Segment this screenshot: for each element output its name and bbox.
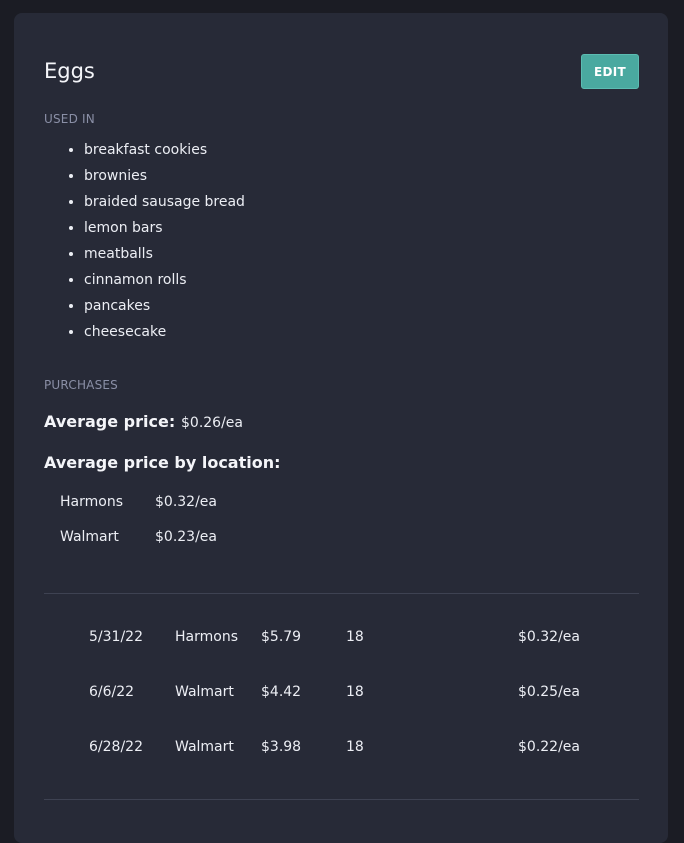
purchase-unit-price: $0.32/ea: [518, 629, 580, 645]
list-item: breakfast cookies: [84, 137, 245, 163]
average-price-label: Average price:: [44, 412, 176, 431]
purchase-store: Walmart: [175, 684, 234, 700]
purchase-price: $5.79: [261, 629, 302, 645]
used-in-label: USED IN: [44, 112, 95, 126]
purchase-quantity: 18: [346, 739, 364, 755]
list-item: brownies: [84, 163, 245, 189]
location-name: Harmons: [60, 494, 123, 510]
purchase-price: $3.98: [261, 739, 302, 755]
average-price: Average price: $0.26/ea: [44, 412, 243, 431]
purchases-label: PURCHASES: [44, 378, 118, 392]
location-name: Walmart: [60, 529, 119, 545]
purchase-date: 5/31/22: [89, 629, 143, 645]
purchase-unit-price: $0.22/ea: [518, 739, 580, 755]
recipe-list: breakfast cookies brownies braided sausa…: [44, 137, 245, 345]
purchase-price: $4.42: [261, 684, 302, 700]
page-title: Eggs: [44, 59, 95, 83]
purchase-store: Walmart: [175, 739, 234, 755]
purchase-date: 6/6/22: [89, 684, 135, 700]
list-item: braided sausage bread: [84, 189, 245, 215]
ingredient-card: Eggs EDIT USED IN breakfast cookies brow…: [14, 13, 668, 843]
list-item: lemon bars: [84, 215, 245, 241]
purchase-unit-price: $0.25/ea: [518, 684, 580, 700]
divider: [44, 799, 639, 800]
location-price-row: Walmart $0.23/ea: [60, 529, 217, 545]
purchase-quantity: 18: [346, 684, 364, 700]
list-item: pancakes: [84, 293, 245, 319]
list-item: meatballs: [84, 241, 245, 267]
list-item: cheesecake: [84, 319, 245, 345]
purchase-quantity: 18: [346, 629, 364, 645]
location-price: $0.23/ea: [155, 529, 217, 545]
list-item: cinnamon rolls: [84, 267, 245, 293]
edit-button[interactable]: EDIT: [581, 54, 639, 89]
average-price-value: $0.26/ea: [181, 415, 243, 431]
purchase-store: Harmons: [175, 629, 238, 645]
purchase-date: 6/28/22: [89, 739, 143, 755]
location-price: $0.32/ea: [155, 494, 217, 510]
location-price-row: Harmons $0.32/ea: [60, 494, 217, 510]
location-price-heading: Average price by location:: [44, 453, 281, 472]
divider: [44, 593, 639, 594]
